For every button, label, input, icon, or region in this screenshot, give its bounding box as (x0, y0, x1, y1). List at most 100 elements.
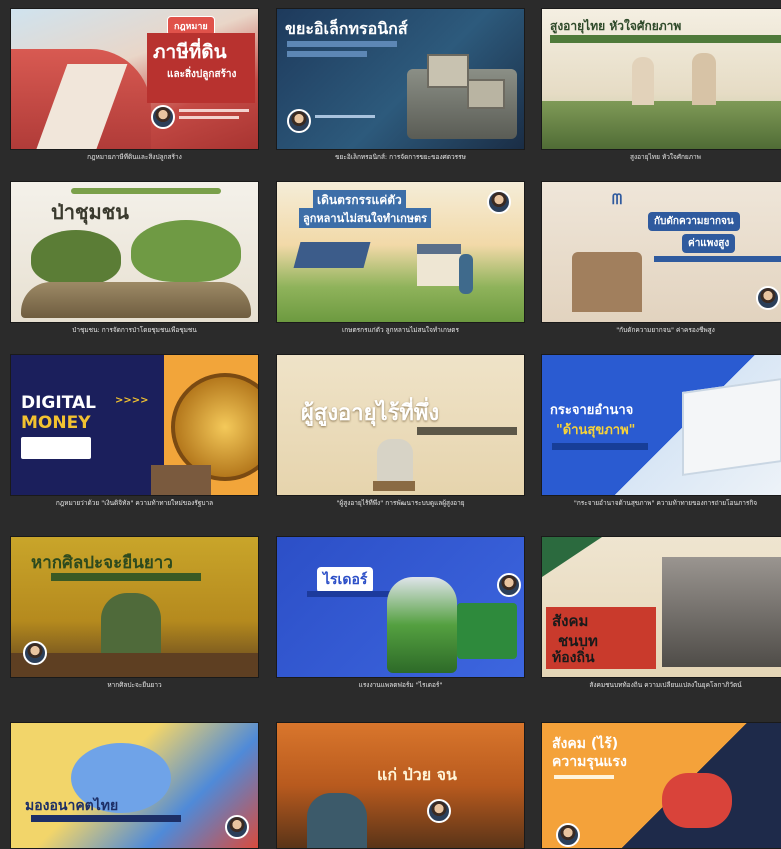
subtitle-bar (51, 573, 201, 581)
card-caption: กฎหมายว่าด้วย "เงินดิจิทัล" ความท้าทายให… (55, 499, 214, 507)
market-stall-plants (542, 101, 781, 149)
card-future-thailand[interactable]: มองอนาคตไทย (10, 722, 259, 849)
thumbnail-old-sick-poor[interactable]: แก่ ป่วย จน (276, 722, 525, 849)
speaker-avatar (225, 815, 249, 839)
card-extra-title: ท้องถิ่น (552, 650, 595, 666)
card-subtitle: ความรุนแรง (552, 754, 627, 770)
card-caption: "ผู้สูงอายุไร้ที่พึ่ง" การพัฒนาระบบดูแลผ… (336, 499, 465, 507)
thumbnail-digital-money[interactable]: DIGITAL MONEY >>>> (10, 354, 259, 496)
thumbnail-poverty-trap[interactable]: ᗰ กับดักความยากจน ค่าแพงสูง (541, 181, 781, 323)
thumbnail-art-longevity[interactable]: หากศิลปะจะยืนยาว (10, 536, 259, 678)
thumbnail-e-waste[interactable]: ขยะอิเล็กทรอนิกส์ (276, 8, 525, 150)
card-health-decentralization[interactable]: กระจายอำนาจ "ด้านสุขภาพ" "กระจายอำนาจด้า… (541, 354, 781, 519)
card-caption: แรงงานแพลตฟอร์ม "ไรเดอร์" (358, 681, 443, 689)
thumbnail-grid: กฎหมาย ภาษีที่ดิน และสิ่งปลูกสร้าง กฎหมา… (0, 0, 781, 849)
card-rural-society[interactable]: สังคม ชนบท ท้องถิ่น สังคมชนบทท้องถิ่น คว… (541, 536, 781, 701)
card-subtitle: และสิ่งปลูกสร้าง (167, 69, 237, 80)
subtitle-bar (31, 815, 181, 822)
speaker-info-line (179, 116, 239, 119)
thumbnail-rider[interactable]: ไรเดอร์ (276, 536, 525, 678)
card-subtitle: "ด้านสุขภาพ" (556, 423, 636, 438)
pottery-ground (11, 653, 258, 677)
card-title: ภาษีที่ดิน (153, 41, 227, 63)
subtitle-bar (654, 256, 781, 262)
subtitle-bar (552, 443, 648, 450)
ground-island (21, 282, 251, 318)
thumbnail-future-thailand[interactable]: มองอนาคตไทย (10, 722, 259, 849)
card-title: สูงอายุไทย หัวใจศักยภาพ (550, 19, 682, 33)
card-title: ขยะอิเล็กทรอนิกส์ (285, 19, 408, 38)
speaker-avatar (23, 641, 47, 665)
clinic-room-3d (682, 377, 781, 477)
card-title: ป่าชุมชน (51, 200, 129, 224)
subtitle-bar (550, 35, 781, 43)
speaker-avatar (151, 105, 175, 129)
card-caption: สูงอายุไทย หัวใจศักยภาพ (630, 153, 701, 161)
figures-scene (572, 252, 642, 312)
card-title: กระจายอำนาจ (550, 403, 634, 418)
thumbnail-aging-farmers[interactable]: เดินตรกรรแค่ตัว ลูกหลานไม่สนใจทำเกษตร (276, 181, 525, 323)
card-title: ผู้สูงอายุไร้ที่พึ่ง (301, 401, 440, 426)
card-old-sick-poor[interactable]: แก่ ป่วย จน (276, 722, 525, 849)
old-monitor (467, 79, 505, 109)
card-title: แก่ ป่วย จน (377, 765, 457, 784)
speaker-avatar (556, 823, 580, 847)
speaker-info-line (179, 109, 249, 112)
card-caption: หากศิลปะจะยืนยาว (107, 681, 162, 689)
robots-pile (151, 465, 211, 495)
green-corner (542, 537, 602, 577)
old-monitor (427, 54, 469, 88)
farm-house (417, 244, 461, 286)
delivery-box (457, 603, 517, 659)
card-elderly-dependent[interactable]: ผู้สูงอายุไร้ที่พึ่ง "ผู้สูงอายุไร้ที่พึ… (276, 354, 525, 519)
card-art-longevity[interactable]: หากศิลปะจะยืนยาว หากศิลปะจะยืนยาว (10, 536, 259, 701)
card-caption: "กระจายอำนาจด้านสุขภาพ" ความท้าทายของการ… (573, 499, 758, 507)
card-elderly-potential[interactable]: สูงอายุไทย หัวใจศักยภาพ สูงอายุไทย หัวใจ… (541, 8, 781, 173)
card-title: กับดักความยากจน (648, 212, 740, 231)
card-community-forest[interactable]: ป่าชุมชน ป่าชุมชน: การจัดการป่าโดยชุมชนเ… (10, 181, 259, 346)
subtitle-bar (417, 427, 517, 435)
card-subtitle: MONEY (21, 413, 91, 433)
thumbnail-community-forest[interactable]: ป่าชุมชน (10, 181, 259, 323)
card-caption: สังคมชนบทท้องถิ่น ความเปลี่ยนแปลงในยุคโล… (589, 681, 742, 689)
card-title: DIGITAL (21, 393, 96, 413)
elderly-man-figure (377, 439, 413, 483)
rider-figure (387, 577, 457, 673)
thumbnail-rural-society[interactable]: สังคม ชนบท ท้องถิ่น (541, 536, 781, 678)
collage-image (662, 557, 781, 667)
card-e-waste[interactable]: ขยะอิเล็กทรอนิกส์ ขยะอิเล็กทรอนิกส์: การ… (276, 8, 525, 173)
elderly-figure (632, 57, 654, 105)
speaker-avatar (756, 286, 780, 310)
subtitle-bar (71, 188, 221, 194)
arrow-decoration: >>>> (115, 395, 149, 406)
thumbnail-violence-free-society[interactable]: สังคม (ไร้) ความรุนแรง (541, 722, 781, 849)
info-box (21, 437, 91, 459)
card-title: มองอนาคตไทย (25, 798, 119, 814)
elderly-figure (692, 53, 716, 105)
subtitle-bar (554, 775, 614, 779)
card-title: ไรเดอร์ (317, 567, 374, 593)
thumbnail-health-decentralization[interactable]: กระจายอำนาจ "ด้านสุขภาพ" (541, 354, 781, 496)
speaker-info-line (315, 115, 375, 118)
card-subtitle: ค่าแพงสูง (682, 234, 736, 253)
card-aging-farmers[interactable]: เดินตรกรรแค่ตัว ลูกหลานไม่สนใจทำเกษตร เก… (276, 181, 525, 346)
subtitle-bar (287, 51, 367, 57)
card-caption: "กับดักความยากจน" ค่าครองชีพสูง (616, 326, 715, 334)
logo-mark: ᗰ (612, 192, 623, 208)
thumbnail-elderly-dependent[interactable]: ผู้สูงอายุไร้ที่พึ่ง (276, 354, 525, 496)
card-digital-money[interactable]: DIGITAL MONEY >>>> กฎหมายว่าด้วย "เงินดิ… (10, 354, 259, 519)
card-violence-free-society[interactable]: สังคม (ไร้) ความรุนแรง (541, 722, 781, 849)
card-caption: เกษตรกรแก่ตัว ลูกหลานไม่สนใจทำเกษตร (342, 326, 459, 334)
card-poverty-trap[interactable]: ᗰ กับดักความยากจน ค่าแพงสูง "กับดักความย… (541, 181, 781, 346)
solar-panel (293, 242, 371, 268)
subtitle-bar (287, 41, 397, 47)
speaker-avatar (497, 573, 521, 597)
elderly-figure (307, 793, 367, 848)
card-rider[interactable]: ไรเดอร์ แรงงานแพลตฟอร์ม "ไรเดอร์" (276, 536, 525, 701)
thumbnail-elderly-potential[interactable]: สูงอายุไทย หัวใจศักยภาพ (541, 8, 781, 150)
card-land-tax[interactable]: กฎหมาย ภาษีที่ดิน และสิ่งปลูกสร้าง กฎหมา… (10, 8, 259, 173)
fist-shape (662, 773, 732, 828)
thumbnail-land-tax[interactable]: กฎหมาย ภาษีที่ดิน และสิ่งปลูกสร้าง (10, 8, 259, 150)
speaker-avatar (487, 190, 511, 214)
card-title: หากศิลปะจะยืนยาว (31, 553, 173, 573)
